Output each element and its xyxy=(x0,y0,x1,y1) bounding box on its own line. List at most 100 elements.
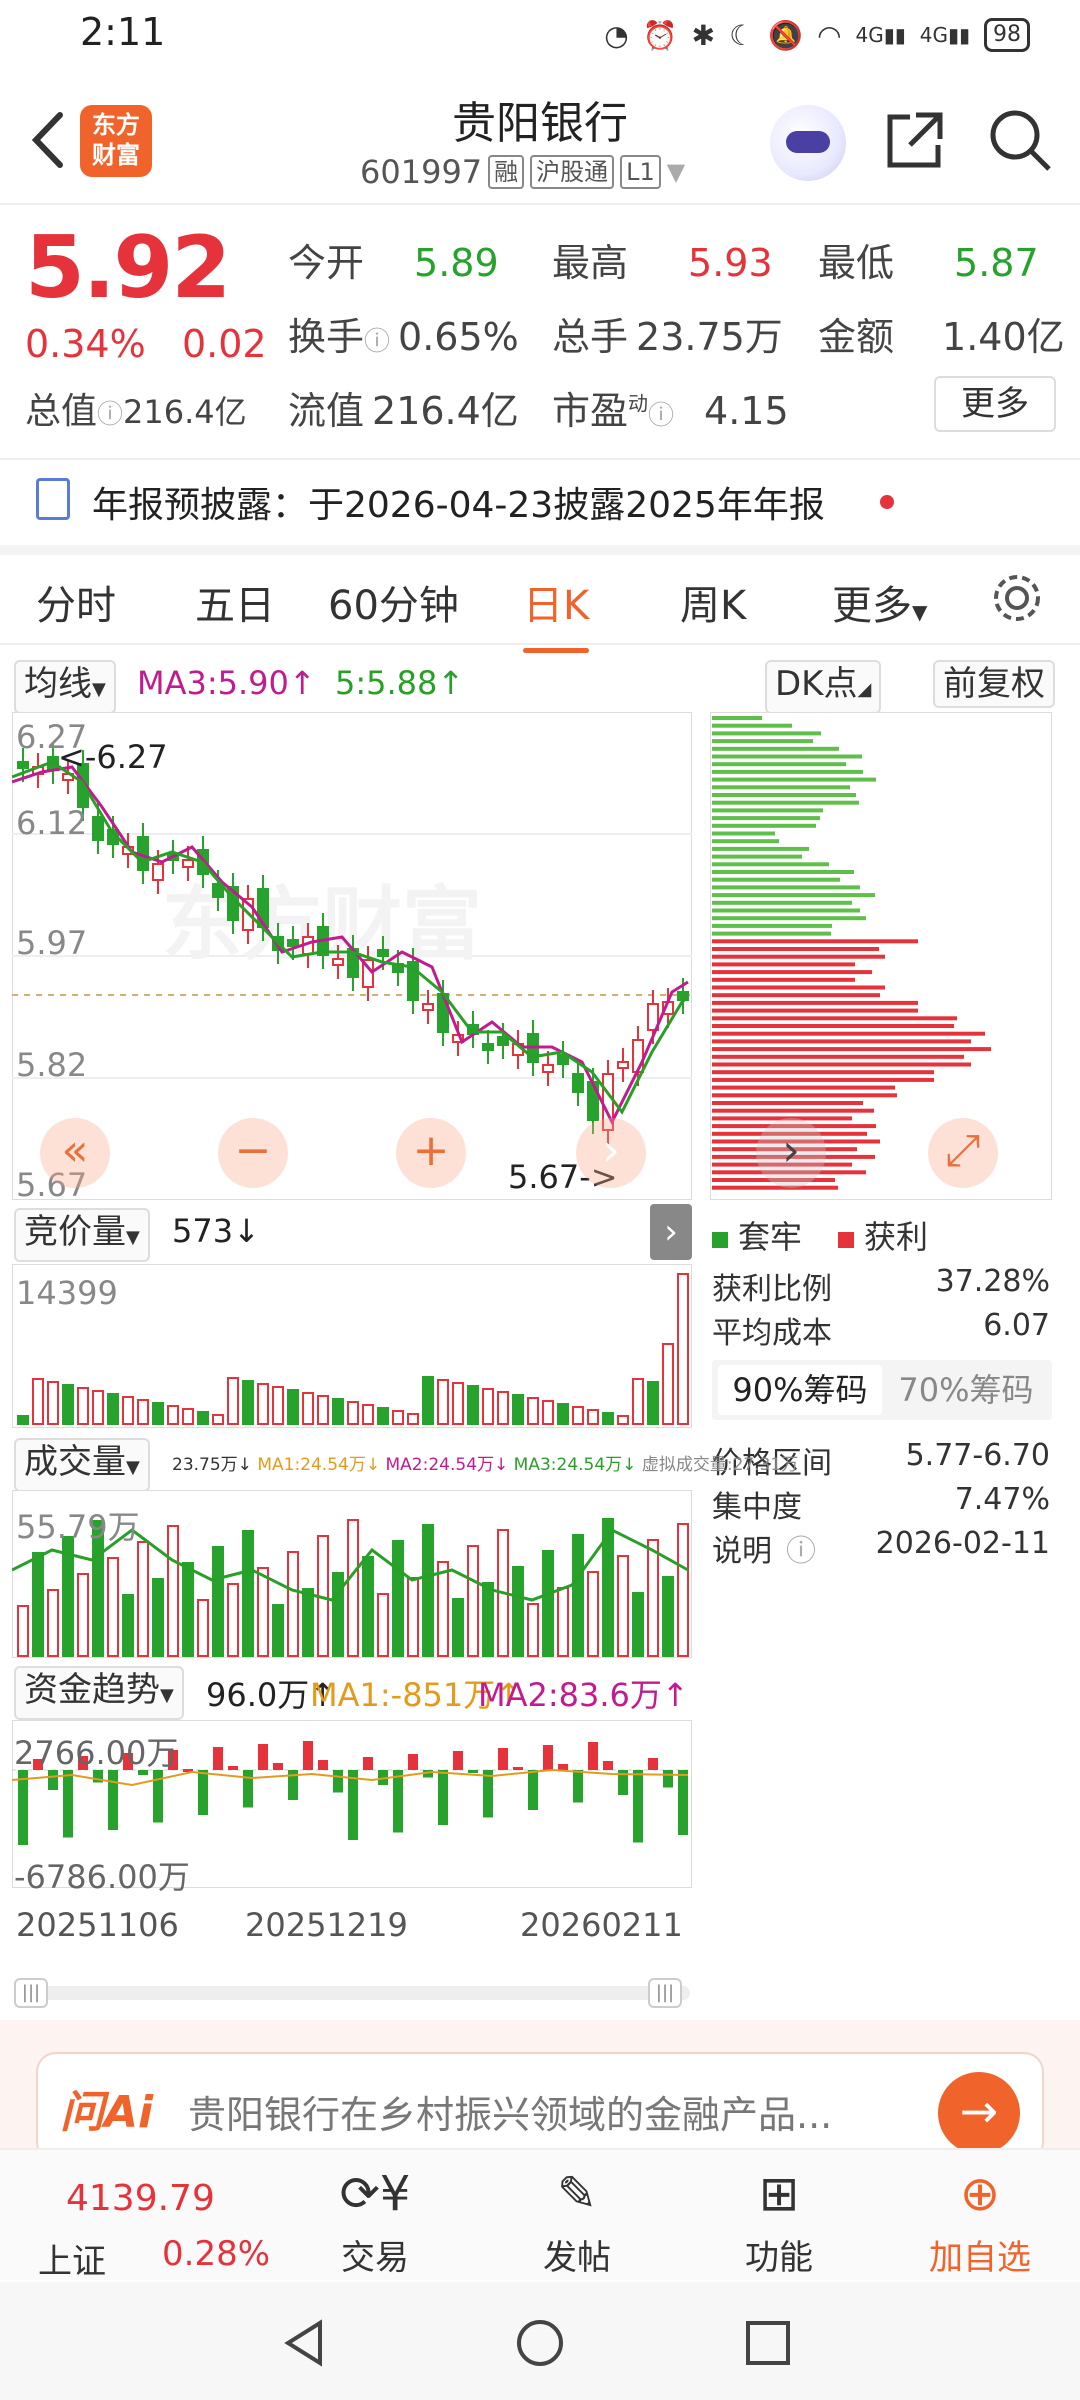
candle xyxy=(287,939,299,947)
expand-panel-button[interactable]: › xyxy=(650,1204,692,1260)
total-cap: 总值ⓘ216.4亿 xyxy=(25,391,247,432)
fund-bar xyxy=(303,1741,313,1770)
auction-bar xyxy=(272,1386,284,1425)
battery-icon: 98 xyxy=(984,18,1030,52)
fund-bar xyxy=(108,1770,118,1830)
turnover-rate: 换手ⓘ 0.65% xyxy=(288,315,519,359)
chip-tabs: 90%筹码 70%筹码 xyxy=(712,1360,1052,1420)
tab-five-day[interactable]: 五日 xyxy=(195,573,275,631)
stock-code-line[interactable]: 601997 融 沪股通 L1 ▼ xyxy=(360,153,685,191)
chip-bar xyxy=(712,939,918,944)
index-name[interactable]: 上证 xyxy=(38,2234,106,2283)
volume-bar xyxy=(482,1582,494,1657)
chip-bar xyxy=(712,970,872,975)
more-quote-button[interactable]: 更多 xyxy=(934,376,1056,432)
volume-bar xyxy=(377,1593,389,1657)
tab-chips-90[interactable]: 90%筹码 xyxy=(718,1365,882,1415)
tab-weekly-k[interactable]: 周K xyxy=(680,573,746,631)
gear-icon[interactable] xyxy=(990,571,1044,625)
index-percent[interactable]: 0.28% xyxy=(162,2234,270,2274)
index-value[interactable]: 4139.79 xyxy=(66,2178,215,2219)
volume-bar xyxy=(197,1599,209,1657)
auction-bar xyxy=(542,1400,554,1425)
tab-daily-k[interactable]: 日K xyxy=(523,573,590,653)
volume-bar xyxy=(452,1598,464,1657)
chip-note: 说明 ⓘ 2026-02-11 xyxy=(712,1526,1050,1569)
nav-recent-icon[interactable] xyxy=(745,2320,791,2366)
range-handle-right[interactable]: ||| xyxy=(648,1978,682,2008)
volume-bar xyxy=(47,1589,59,1657)
arrow-right-icon[interactable]: → xyxy=(938,2072,1020,2154)
chip-distribution-chart[interactable] xyxy=(710,712,1052,1200)
adjust-select[interactable]: 前复权 xyxy=(933,660,1055,708)
dk-select[interactable]: DK点◢ xyxy=(765,660,882,714)
volume-select[interactable]: 成交量▼ xyxy=(14,1438,150,1492)
volume-bar xyxy=(572,1534,584,1657)
volume-bar xyxy=(617,1555,629,1657)
chip-prev-button[interactable]: › xyxy=(756,1118,826,1188)
unread-dot xyxy=(880,495,894,509)
nav-post[interactable]: ✎ 发帖 xyxy=(497,2158,657,2279)
legend-profit: 获利 xyxy=(838,1212,928,1258)
auction-bar xyxy=(632,1378,644,1425)
fund-select[interactable]: 资金趋势▼ xyxy=(14,1666,184,1720)
candle xyxy=(152,863,164,881)
annual-report-notice[interactable]: 年报预披露：于2026-04-23披露2025年年报 xyxy=(0,468,1080,538)
range-handle-left[interactable]: ||| xyxy=(14,1978,48,2008)
share-button[interactable] xyxy=(880,105,950,175)
chip-bar xyxy=(712,947,879,951)
fund-bar xyxy=(543,1745,553,1770)
nav-add-watchlist[interactable]: ⊕ 加自选 xyxy=(900,2158,1060,2279)
zoom-out-button[interactable]: − xyxy=(218,1118,288,1188)
status-time: 2:11 xyxy=(80,10,166,54)
trade-icon: ⟳¥ xyxy=(339,2166,411,2222)
volume-bar xyxy=(32,1552,44,1657)
candle xyxy=(377,949,389,957)
auction-bar xyxy=(227,1377,239,1425)
auction-bar xyxy=(62,1384,74,1425)
low-price: 最低 5.87 xyxy=(818,241,1039,285)
info-icon: ⓘ xyxy=(648,401,675,431)
nav-trade[interactable]: ⟳¥ 交易 xyxy=(295,2158,455,2279)
volume-bar xyxy=(77,1573,89,1657)
status-bar: 2:11 ◔ ⏰ ✱ ☾ 🔕 ◠ 4G▮▮ 4G▮▮ 98 xyxy=(0,0,1080,70)
auction-bar xyxy=(527,1397,539,1425)
auction-select[interactable]: 竞价量▼ xyxy=(14,1208,150,1262)
stock-code: 601997 xyxy=(360,153,483,191)
info-icon: ⓘ xyxy=(786,1534,816,1569)
chip-bar xyxy=(712,1031,985,1036)
candle xyxy=(482,1043,494,1051)
auction-bar xyxy=(572,1406,584,1425)
tab-intraday[interactable]: 分时 xyxy=(36,573,116,631)
indicator-select[interactable]: 均线▼ xyxy=(14,660,116,714)
fund-bar xyxy=(318,1760,328,1770)
scroll-left-button[interactable]: « xyxy=(40,1118,110,1188)
volume-bar xyxy=(422,1524,434,1657)
volume-bar xyxy=(242,1530,254,1657)
volume-bar xyxy=(227,1583,239,1657)
ai-robot-icon[interactable] xyxy=(770,105,846,181)
range-slider[interactable] xyxy=(14,1986,690,2000)
volume-y-max: 55.79万 xyxy=(16,1508,140,1546)
volume-bar xyxy=(527,1603,539,1657)
period-tabs: 分时 五日 60分钟 日K 周K 更多▼ xyxy=(0,555,1080,653)
volume-bar xyxy=(437,1561,449,1657)
scroll-right-button[interactable]: › xyxy=(576,1118,646,1188)
tab-more[interactable]: 更多▼ xyxy=(832,573,927,631)
zoom-in-button[interactable]: + xyxy=(396,1118,466,1188)
tab-60min[interactable]: 60分钟 xyxy=(328,573,459,631)
search-button[interactable] xyxy=(985,105,1055,175)
chip-bar xyxy=(712,1101,863,1105)
fund-bar xyxy=(273,1763,283,1770)
volume-bar xyxy=(347,1519,359,1657)
tab-chips-70[interactable]: 70%筹码 xyxy=(886,1365,1046,1415)
nav-back-icon[interactable] xyxy=(280,2318,330,2368)
fund-y-max: 2766.00万 xyxy=(14,1734,179,1772)
expand-icon[interactable]: ⤢ xyxy=(928,1118,998,1188)
candle xyxy=(332,958,344,966)
nav-home-icon[interactable] xyxy=(515,2318,565,2368)
dropdown-icon[interactable]: ▼ xyxy=(667,158,685,186)
ask-ai-bar[interactable]: 问Ai 贵阳银行在乡村振兴领域的金融产品... → xyxy=(36,2052,1044,2162)
volume-bar xyxy=(392,1540,404,1657)
nav-functions[interactable]: ⊞ 功能 xyxy=(699,2158,859,2279)
